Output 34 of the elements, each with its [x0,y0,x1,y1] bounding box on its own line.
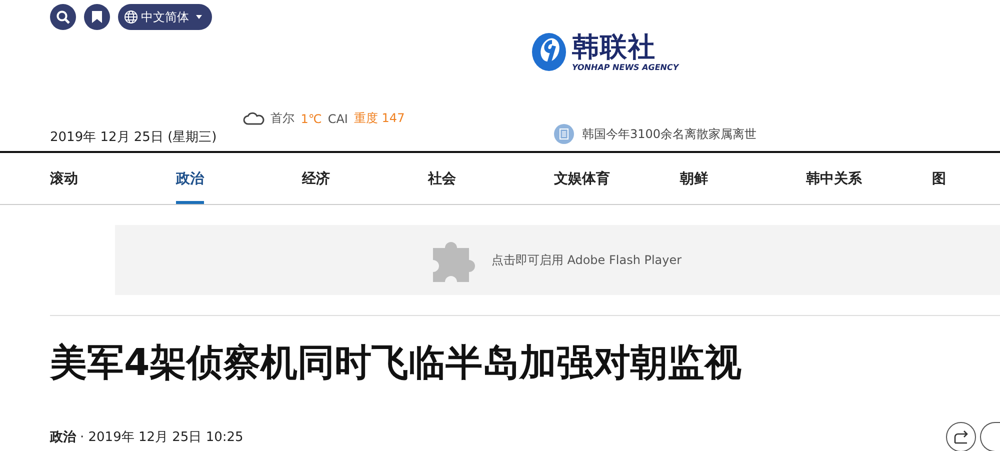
logo-subtitle: YONHAP NEWS AGENCY [572,62,679,72]
article-title: 美军4架侦察机同时飞临半岛加强对朝监视 [50,340,743,386]
cloud-icon [242,112,265,126]
nav-tab[interactable]: 朝鲜 [680,153,708,204]
nav-tab[interactable]: 图 [932,153,946,204]
search-icon [56,10,70,24]
nav-tab[interactable]: 政治 [176,153,204,204]
nav-tab[interactable]: 韩中关系 [806,153,862,204]
article-section[interactable]: 政治 [50,428,76,446]
air-index-label: CAI [328,112,348,126]
article-timestamp: · 2019年 12月 25日 10:25 [80,429,244,446]
nav-tab[interactable]: 经济 [302,153,330,204]
news-icon [554,124,574,144]
language-selector[interactable]: 中文简体 [118,4,212,30]
logo-icon [530,32,568,72]
share-button[interactable] [946,422,976,451]
globe-icon [124,10,138,24]
air-index-value: 重度 147 [354,110,405,127]
headline-ticker[interactable]: 韩国今年3100余名离散家属离世 [582,126,757,142]
bookmark-icon [92,11,102,23]
current-date: 2019年 12月 25日 (星期三) [50,129,217,146]
bookmark-button[interactable] [84,4,110,30]
nav-tab[interactable]: 文娱体育 [554,153,610,204]
weather-temperature: 1℃ [300,112,322,126]
weather-city: 首尔 [270,110,295,127]
plugin-placeholder[interactable]: 点击即可启用 Adobe Flash Player [115,225,1000,295]
plugin-message: 点击即可启用 Adobe Flash Player [491,252,682,268]
more-button[interactable] [980,422,1000,451]
caret-icon [195,14,203,20]
share-icon [953,430,969,444]
logo-title: 韩联社 [572,32,657,62]
nav-tab[interactable]: 社会 [428,153,456,204]
search-button[interactable] [50,4,76,30]
nav-tab[interactable]: 滚动 [50,153,78,204]
